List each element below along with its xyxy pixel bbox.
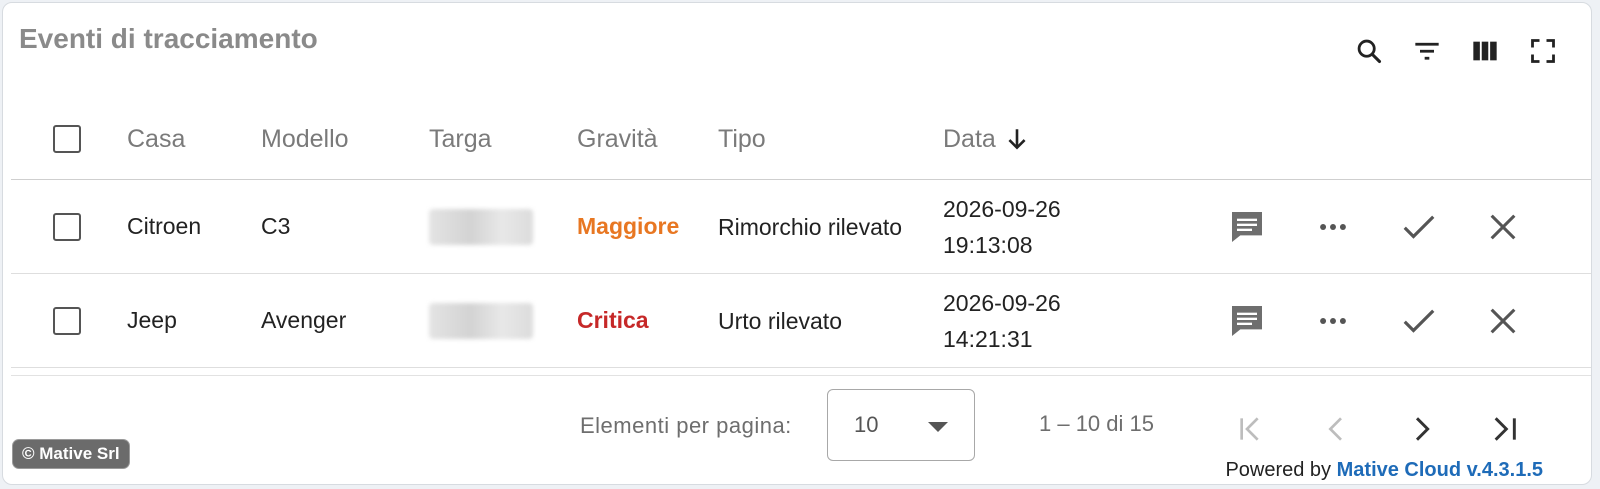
more-icon — [1320, 223, 1346, 230]
footer-divider — [11, 375, 1591, 376]
filter-icon — [1415, 42, 1439, 60]
first-page-icon — [1240, 417, 1259, 441]
search-icon — [1357, 39, 1382, 64]
prev-page-button[interactable] — [1315, 407, 1359, 451]
fullscreen-icon — [1531, 39, 1555, 63]
column-header-gravita[interactable]: Gravità — [577, 99, 658, 179]
cell-data-date: 2026-09-26 — [943, 289, 1061, 316]
filter-button[interactable] — [1409, 33, 1445, 69]
cell-modello: C3 — [261, 213, 291, 239]
cell-data-time: 19:13:08 — [943, 231, 1033, 258]
row-checkbox-cell — [53, 274, 81, 367]
page-range: 1 – 10 di 15 — [1039, 411, 1154, 436]
dismiss-button[interactable] — [1477, 274, 1529, 367]
cell-data-time: 14:21:31 — [943, 325, 1033, 352]
cell-modello: Avenger — [261, 307, 347, 333]
next-page-button[interactable] — [1399, 407, 1443, 451]
close-icon — [1490, 308, 1516, 333]
cell-data: 2026-09-26 19:13:08 — [943, 180, 1061, 273]
dismiss-button[interactable] — [1477, 180, 1529, 273]
cell-targa — [429, 180, 533, 273]
powered-by-prefix: Powered by — [1225, 459, 1332, 481]
cell-gravita: Maggiore — [577, 213, 680, 239]
caret-down-icon — [928, 422, 948, 432]
last-page-icon — [1494, 417, 1516, 441]
search-button[interactable] — [1351, 33, 1387, 69]
column-header-tipo[interactable]: Tipo — [718, 99, 918, 179]
more-button[interactable] — [1307, 274, 1359, 367]
comment-button[interactable] — [1221, 180, 1273, 273]
page-size-label: Elementi per pagina: — [580, 413, 792, 438]
comment-icon — [1232, 211, 1262, 242]
columns-icon — [1473, 41, 1497, 61]
row-checkbox-cell — [53, 180, 81, 273]
column-header-data[interactable]: Data — [943, 99, 1030, 179]
redacted-plate — [429, 208, 533, 245]
column-header-data-label: Data — [943, 125, 996, 153]
cell-tipo: Urto rilevato — [718, 307, 842, 334]
last-page-button[interactable] — [1483, 407, 1527, 451]
confirm-button[interactable] — [1393, 274, 1445, 367]
check-icon — [1403, 215, 1435, 239]
table-header: Casa Modello Targa Gravità Tipo Data — [11, 99, 1591, 180]
powered-by-brand[interactable]: Mative Cloud v.4.3.1.5 — [1337, 459, 1543, 481]
next-page-icon — [1415, 417, 1430, 441]
confirm-button[interactable] — [1393, 180, 1445, 273]
cell-casa: Jeep — [127, 307, 177, 333]
cell-targa — [429, 274, 533, 367]
comment-button[interactable] — [1221, 274, 1273, 367]
select-all-checkbox[interactable] — [53, 125, 81, 153]
cell-gravita: Critica — [577, 307, 649, 333]
row-checkbox[interactable] — [53, 212, 81, 241]
first-page-button[interactable] — [1229, 407, 1273, 451]
page-size-value: 10 — [854, 412, 879, 437]
page-title: Eventi di tracciamento — [19, 23, 318, 54]
redacted-plate — [429, 302, 533, 339]
columns-button[interactable] — [1467, 33, 1503, 69]
more-icon — [1320, 317, 1346, 324]
column-header-modello[interactable]: Modello — [261, 99, 349, 179]
column-header-targa[interactable]: Targa — [429, 99, 492, 179]
comment-icon — [1232, 305, 1262, 336]
cell-data-date: 2026-09-26 — [943, 195, 1061, 222]
table-row: Jeep Avenger Critica Urto rilevato 2026-… — [11, 274, 1591, 368]
copyright-badge: © Mative Srl — [12, 439, 130, 469]
cell-data: 2026-09-26 14:21:31 — [943, 274, 1061, 367]
powered-by: Powered by Mative Cloud v.4.3.1.5 — [1225, 459, 1543, 482]
more-button[interactable] — [1307, 180, 1359, 273]
select-all-checkbox-cell — [53, 99, 81, 179]
arrow-down-icon — [1008, 129, 1026, 150]
column-header-casa[interactable]: Casa — [127, 99, 185, 179]
prev-page-icon — [1328, 417, 1342, 441]
page-size-select[interactable]: 10 — [827, 389, 975, 461]
table-toolbar — [1351, 33, 1561, 69]
cell-tipo: Rimorchio rilevato — [718, 213, 903, 240]
table-row: Citroen C3 Maggiore Rimorchio rilevato 2… — [11, 180, 1591, 274]
check-icon — [1403, 309, 1435, 333]
events-card: Eventi di tracciamento Casa Modello Targ… — [2, 2, 1592, 485]
close-icon — [1490, 214, 1516, 239]
fullscreen-button[interactable] — [1525, 33, 1561, 69]
row-checkbox[interactable] — [53, 306, 81, 335]
cell-casa: Citroen — [127, 213, 202, 239]
